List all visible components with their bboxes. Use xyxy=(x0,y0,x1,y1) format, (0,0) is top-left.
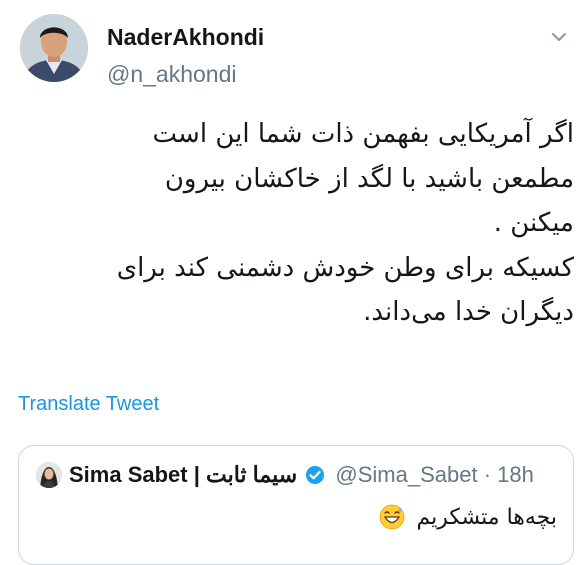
quoted-avatar-photo xyxy=(36,462,62,488)
author-handle[interactable]: @n_akhondi xyxy=(107,61,237,88)
author-display-name[interactable]: NaderAkhondi xyxy=(107,24,264,51)
tweet-text-line: دیگران خدا می‌داند. xyxy=(363,297,574,327)
quoted-tweet-text: بچه‌ها متشکریم xyxy=(379,504,557,530)
quoted-tweet-header: Sima Sabet | سیما ثابت @Sima_Sabet · 18h xyxy=(69,461,534,489)
quoted-tweet-text-content: بچه‌ها متشکریم xyxy=(416,505,557,530)
tweet-text-line: میکنن . xyxy=(493,208,574,238)
tweet-text-line: کسیکه برای وطن خودش دشمنی کند برای xyxy=(116,252,574,283)
quoted-tweet-time[interactable]: 18h xyxy=(497,462,534,487)
tweet-text-line: اگر آمریکایی بفهمن ذات شما این است xyxy=(152,119,574,149)
grinning-sweat-emoji-icon xyxy=(380,504,405,530)
quoted-tweet-card[interactable]: Sima Sabet | سیما ثابت @Sima_Sabet · 18h… xyxy=(18,445,574,565)
chevron-down-icon[interactable] xyxy=(548,26,570,48)
quoted-author-name[interactable]: Sima Sabet | سیما ثابت xyxy=(69,462,297,487)
separator-dot: · xyxy=(483,462,492,487)
tweet-text: اگر آمریکایی بفهمن ذات شما این است مطمعن… xyxy=(18,112,574,335)
tweet-text-line: مطمعن باشید با لگد از خاکشان بیرون xyxy=(164,163,574,194)
avatar[interactable] xyxy=(20,14,88,82)
verified-badge-icon xyxy=(306,466,325,484)
translate-tweet-link[interactable]: Translate Tweet xyxy=(18,393,159,416)
quoted-author-handle[interactable]: @Sima_Sabet xyxy=(335,462,477,487)
avatar-photo xyxy=(20,14,88,82)
quoted-avatar[interactable] xyxy=(36,462,62,488)
